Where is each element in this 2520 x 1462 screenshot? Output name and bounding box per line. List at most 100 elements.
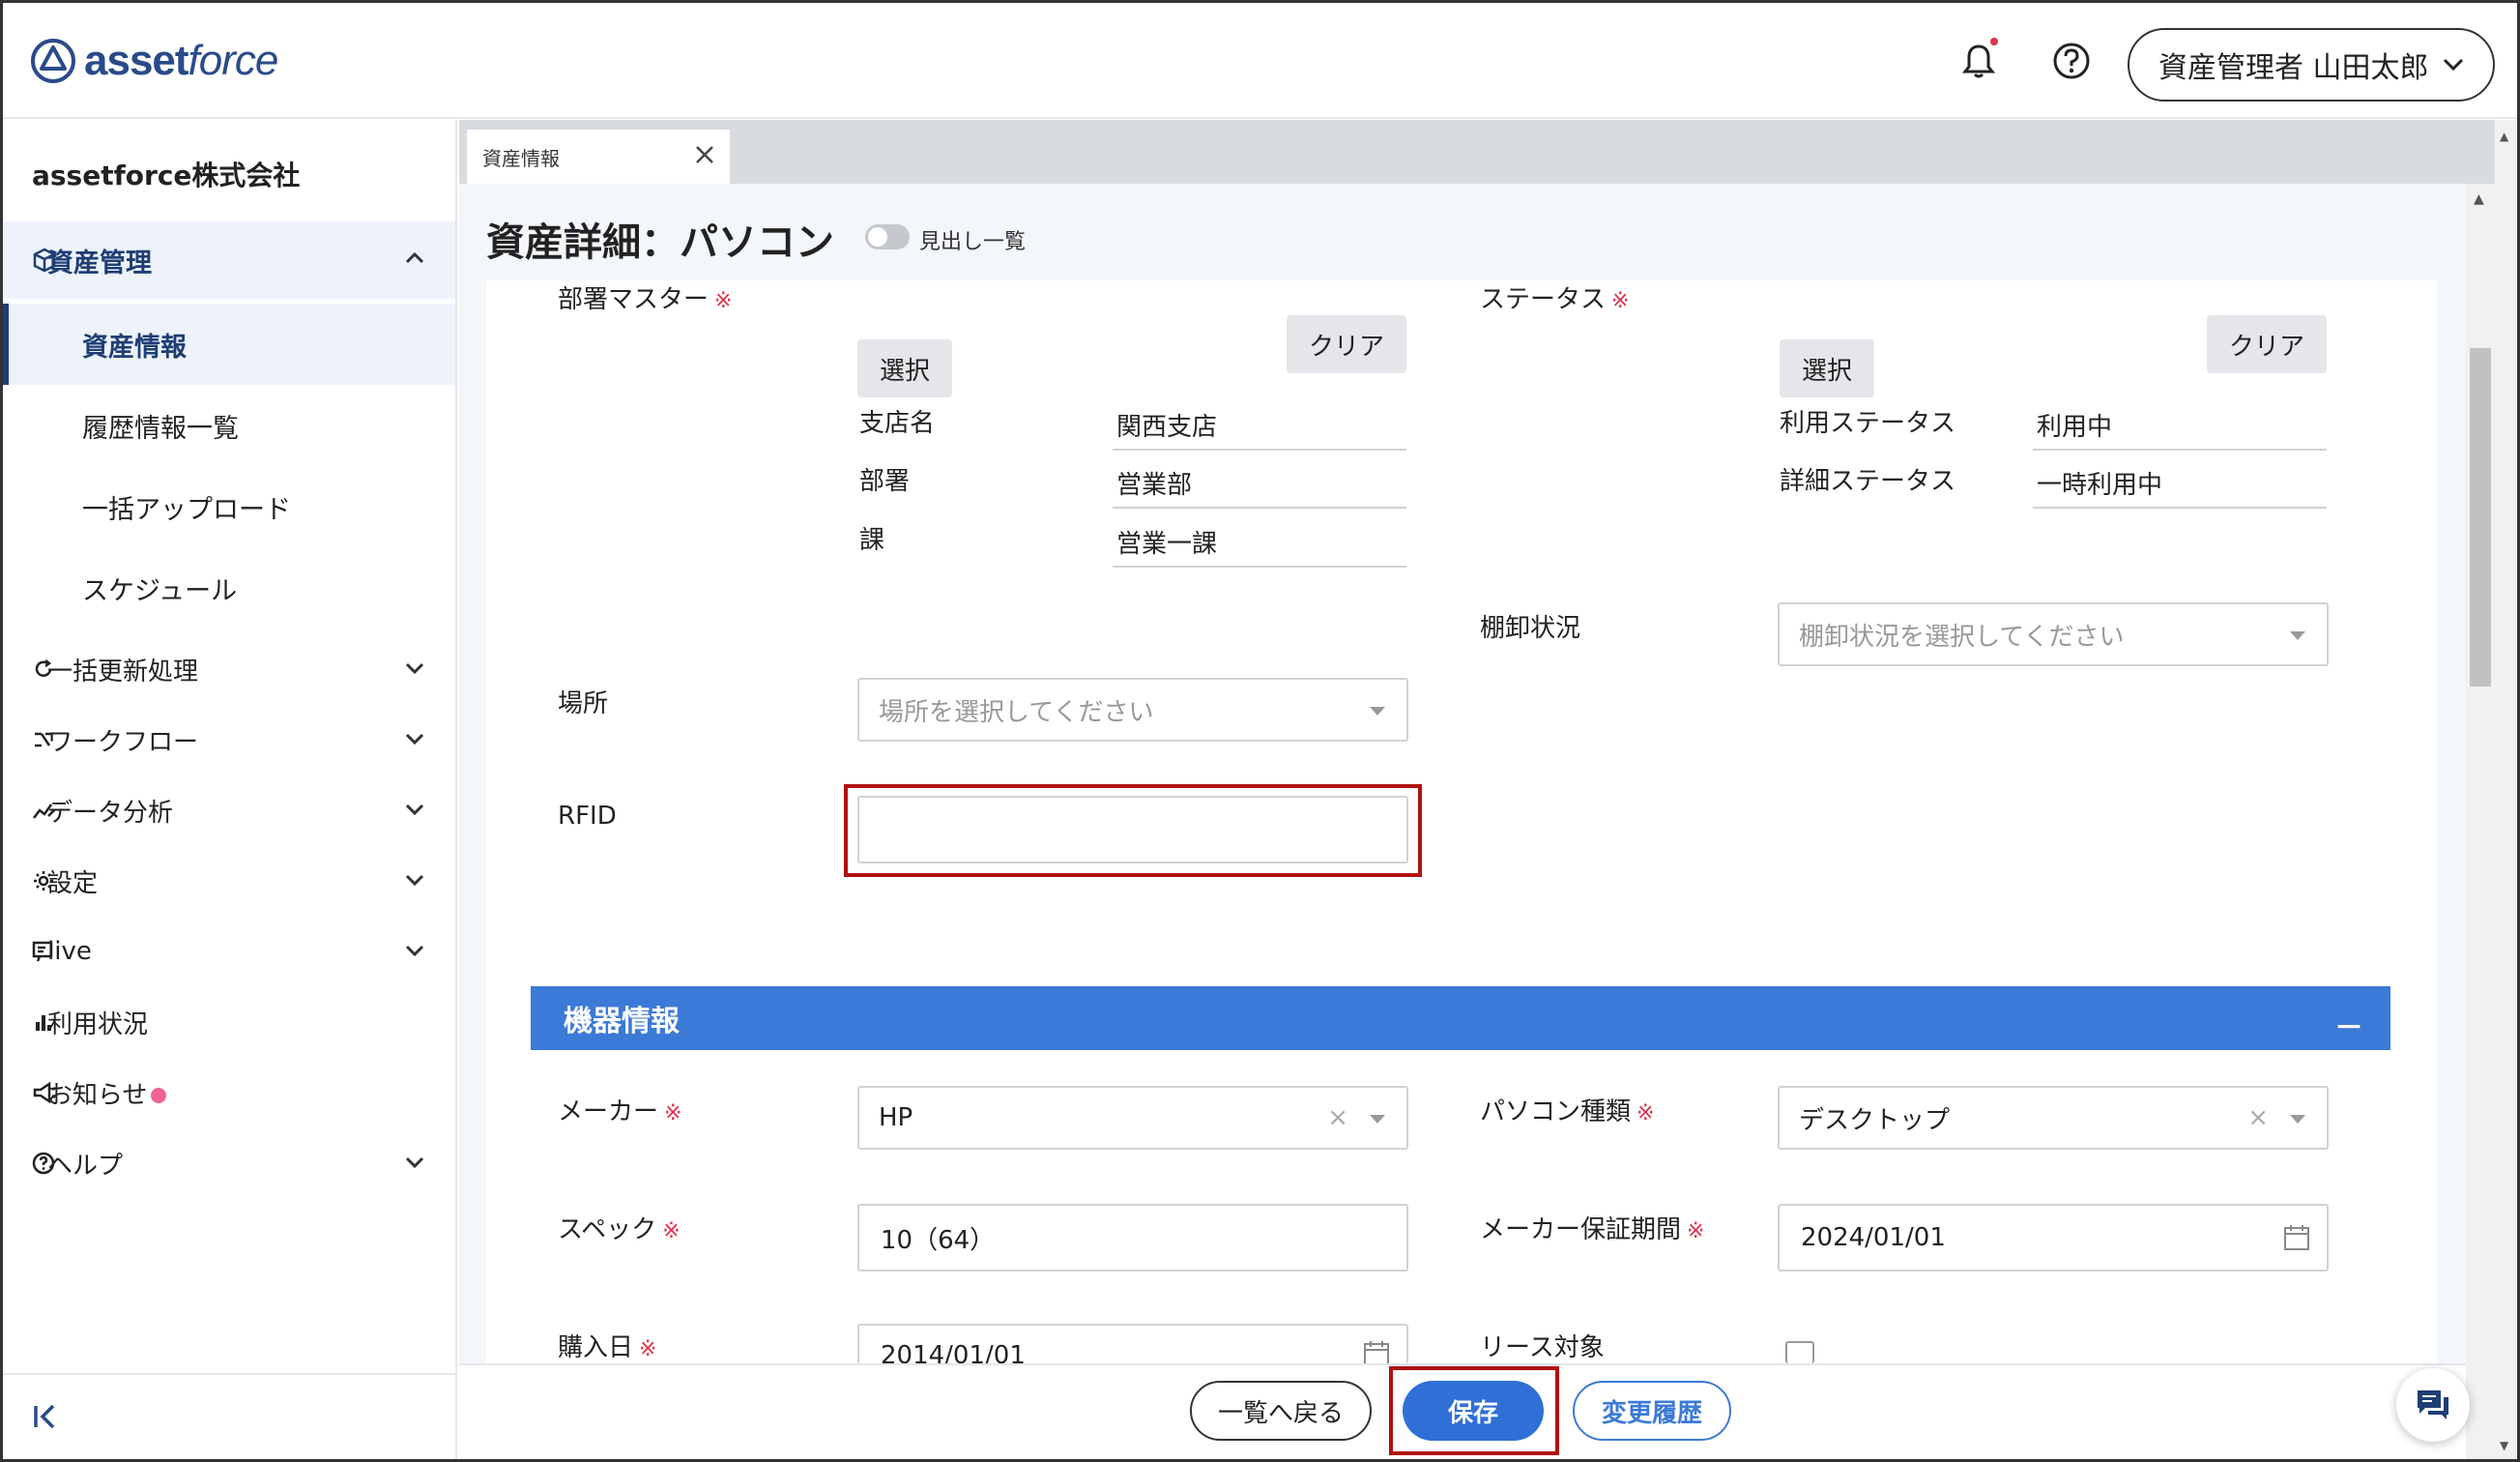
scroll-up-icon[interactable]: ▲ bbox=[2474, 191, 2484, 207]
back-to-list-button[interactable]: 一覧へ戻る bbox=[1190, 1381, 1372, 1441]
status-clear-button[interactable]: クリア bbox=[2207, 315, 2327, 373]
toggle-knob bbox=[868, 227, 887, 247]
department-value: 営業部 bbox=[1113, 465, 1406, 509]
calendar-icon[interactable] bbox=[2282, 1223, 2311, 1252]
sidebar-item-label: 利用状況 bbox=[47, 1009, 149, 1039]
department-label: 部署 bbox=[859, 467, 911, 496]
sidebar-item-schedule[interactable]: スケジュール bbox=[3, 547, 455, 629]
inventory-status-placeholder: 棚卸状況を選択してください bbox=[1799, 622, 2125, 652]
sidebar-item-label: 一括更新処理 bbox=[47, 657, 199, 687]
rfid-input[interactable] bbox=[857, 796, 1408, 863]
sidebar-item-bulk-upload[interactable]: 一括アップロード bbox=[3, 466, 455, 547]
scroll-up-icon[interactable]: ▲ bbox=[2500, 130, 2508, 143]
heading-list-toggle[interactable] bbox=[865, 224, 910, 249]
user-label: 資産管理者 山田太郎 bbox=[2158, 51, 2429, 85]
rfid-label: RFID bbox=[558, 802, 617, 831]
sidebar-item-help[interactable]: ヘルプ bbox=[3, 1129, 455, 1197]
bell-icon[interactable] bbox=[1955, 38, 2002, 84]
warranty-date-input[interactable]: 2024/01/01 bbox=[1778, 1204, 2329, 1272]
inventory-status-select[interactable]: 棚卸状況を選択してください bbox=[1778, 602, 2329, 666]
dropdown-arrow-icon bbox=[2290, 1115, 2305, 1124]
sidebar-group-asset-management[interactable]: 資産管理 bbox=[3, 221, 455, 299]
sidebar-item-workflow[interactable]: ワークフロー bbox=[3, 706, 455, 774]
maker-label: メーカー ※ bbox=[558, 1097, 682, 1126]
spec-label: スペック ※ bbox=[558, 1215, 681, 1244]
device-info-section-header[interactable]: 機器情報 － bbox=[531, 986, 2390, 1050]
tab-bar: 資産情報 bbox=[459, 120, 2495, 184]
save-button[interactable]: 保存 bbox=[1403, 1381, 1544, 1441]
section-title: 機器情報 bbox=[564, 1005, 680, 1038]
usage-status-label: 利用ステータス bbox=[1780, 409, 1956, 438]
clear-icon[interactable]: × bbox=[2247, 1103, 2269, 1132]
calendar-icon[interactable] bbox=[1362, 1339, 1391, 1363]
dropdown-arrow-icon bbox=[2290, 631, 2305, 640]
chevron-down-icon bbox=[2443, 58, 2463, 72]
chat-button[interactable] bbox=[2396, 1368, 2470, 1442]
dropdown-arrow-icon bbox=[1370, 1115, 1385, 1124]
sidebar-item-asset-info[interactable]: 資産情報 bbox=[3, 304, 455, 385]
location-placeholder: 場所を選択してください bbox=[879, 697, 1154, 727]
maker-value: HP bbox=[879, 1103, 913, 1132]
dept-clear-button[interactable]: クリア bbox=[1287, 315, 1406, 373]
sidebar-item-label: live bbox=[47, 937, 92, 966]
dropdown-arrow-icon bbox=[1370, 707, 1385, 716]
scroll-thumb[interactable] bbox=[2470, 348, 2491, 687]
dept-master-label: 部署マスター ※ bbox=[558, 285, 733, 314]
pc-type-select[interactable]: デスクトップ × bbox=[1778, 1086, 2329, 1150]
dept-select-button[interactable]: 選択 bbox=[857, 339, 952, 397]
help-icon[interactable] bbox=[2048, 38, 2095, 84]
branch-name-value: 関西支店 bbox=[1113, 407, 1406, 451]
tab-asset-info[interactable]: 資産情報 bbox=[467, 130, 730, 184]
top-header: assetforce 資産管理者 山田太郎 bbox=[3, 3, 2517, 119]
location-select[interactable]: 場所を選択してください bbox=[857, 678, 1408, 742]
lease-label: リース対象 bbox=[1480, 1333, 1605, 1362]
logo-icon bbox=[31, 39, 75, 83]
section-label: 課 bbox=[859, 526, 885, 555]
sidebar-item-settings[interactable]: 設定 bbox=[3, 847, 455, 915]
clear-icon[interactable]: × bbox=[1327, 1103, 1348, 1132]
maker-select[interactable]: HP × bbox=[857, 1086, 1408, 1150]
sidebar-item-live[interactable]: live bbox=[3, 918, 455, 985]
change-history-button[interactable]: 変更履歴 bbox=[1573, 1381, 1731, 1441]
sidebar-item-history-list[interactable]: 履歴情報一覧 bbox=[3, 385, 455, 466]
sidebar-item-news[interactable]: お知らせ bbox=[3, 1059, 455, 1126]
collapse-sidebar-icon[interactable] bbox=[30, 1400, 63, 1433]
location-label: 場所 bbox=[558, 689, 609, 718]
chevron-down-icon bbox=[405, 733, 424, 746]
purchase-date-label: 購入日 ※ bbox=[558, 1333, 657, 1362]
lease-checkbox[interactable] bbox=[1785, 1341, 1814, 1363]
user-menu-button[interactable]: 資産管理者 山田太郎 bbox=[2128, 28, 2495, 102]
chevron-up-icon bbox=[405, 251, 424, 264]
purchase-date-input[interactable]: 2014/01/01 bbox=[857, 1324, 1408, 1363]
sidebar-item-label: データ分析 bbox=[47, 798, 174, 828]
chevron-down-icon bbox=[405, 945, 424, 957]
window-scrollbar[interactable]: ▲ ▼ bbox=[2495, 120, 2517, 1459]
sidebar-item-label: 設定 bbox=[47, 868, 99, 898]
sidebar-item-usage[interactable]: 利用状況 bbox=[3, 988, 455, 1056]
chat-icon bbox=[2418, 1390, 2448, 1419]
company-name: assetforce株式会社 bbox=[32, 160, 301, 191]
scroll-down-icon[interactable]: ▼ bbox=[2500, 1439, 2508, 1452]
close-icon[interactable] bbox=[693, 143, 716, 166]
chevron-down-icon bbox=[405, 1156, 424, 1169]
sidebar-item-bulk-update[interactable]: 一括更新処理 bbox=[3, 635, 455, 703]
sidebar-divider bbox=[3, 1373, 455, 1375]
chevron-down-icon bbox=[405, 874, 424, 887]
sidebar-group-label: 資産管理 bbox=[47, 248, 152, 278]
app-window: assetforce 資産管理者 山田太郎 assetforce株式会社 資産管… bbox=[0, 0, 2520, 1462]
status-label: ステータス ※ bbox=[1480, 285, 1630, 314]
sidebar-item-label: お知らせ bbox=[47, 1075, 167, 1111]
unread-dot bbox=[151, 1088, 167, 1103]
pc-type-value: デスクトップ bbox=[1799, 1105, 1951, 1135]
section-value: 営業一課 bbox=[1113, 524, 1406, 568]
content-scrollbar[interactable]: ▲ bbox=[2466, 184, 2495, 1459]
page-header: 資産詳細：パソコン 見出し一覧 bbox=[459, 184, 2495, 280]
chevron-down-icon bbox=[405, 804, 424, 816]
collapse-section-icon[interactable]: － bbox=[2334, 1004, 2363, 1046]
spec-input[interactable]: 10（64） bbox=[857, 1204, 1408, 1272]
logo[interactable]: assetforce bbox=[30, 32, 278, 90]
status-select-button[interactable]: 選択 bbox=[1780, 339, 1874, 397]
sidebar-item-label: ワークフロー bbox=[47, 727, 199, 757]
sidebar-item-data-analysis[interactable]: データ分析 bbox=[3, 776, 455, 844]
spec-value: 10（64） bbox=[881, 1225, 996, 1255]
